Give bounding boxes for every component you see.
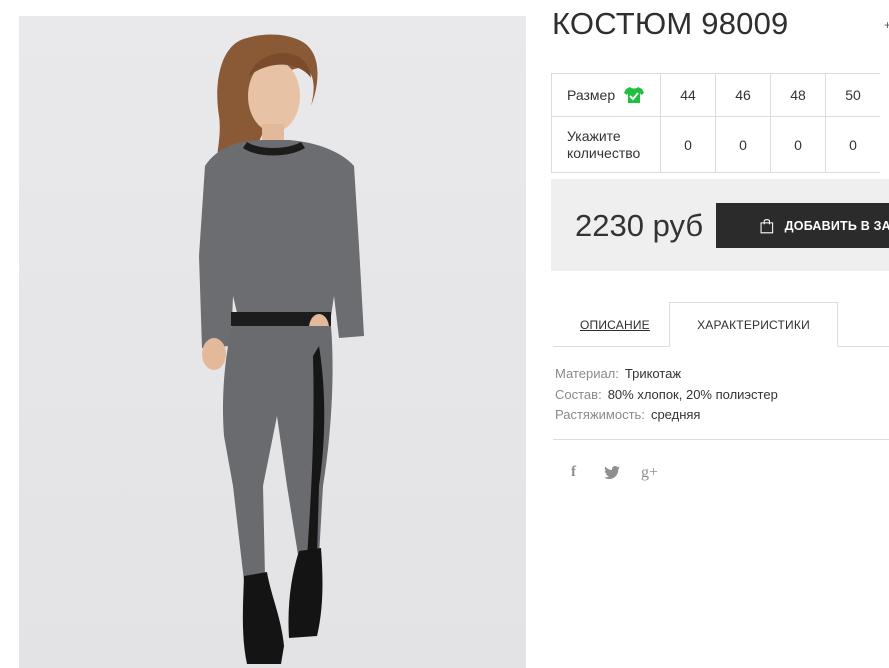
add-to-cart-button[interactable]: ДОБАВИТЬ В ЗАКАЗ [716, 203, 889, 248]
twitter-icon[interactable] [604, 464, 620, 484]
quantity-label-cell: Укажите количество [551, 116, 661, 173]
size-label: Размер [567, 87, 616, 103]
spec-row-composition: Состав: 80% хлопок, 20% полиэстер [555, 385, 778, 406]
spec-key: Материал: [555, 366, 619, 381]
product-price: 2230 руб [575, 208, 704, 243]
spec-key: Растяжимость: [555, 407, 645, 422]
model-illustration [199, 34, 364, 664]
spec-value: Трикотаж [624, 366, 682, 381]
quantity-44[interactable]: 0 [660, 116, 716, 173]
facebook-icon[interactable]: f [571, 464, 576, 484]
size-chart-icon[interactable] [624, 86, 645, 104]
spec-key: Состав: [555, 386, 602, 402]
specs-divider [553, 439, 889, 440]
product-title: КОСТЮМ 98009 [552, 6, 789, 41]
quantity-46[interactable]: 0 [715, 116, 771, 173]
add-to-cart-label: ДОБАВИТЬ В ЗАКАЗ [784, 218, 889, 233]
tab-description[interactable]: ОПИСАНИЕ [580, 318, 650, 332]
wishlist-icon[interactable]: + [884, 18, 889, 32]
size-label-cell: Размер [551, 73, 661, 117]
spec-value: 80% хлопок, 20% полиэстер [607, 386, 778, 402]
google-plus-icon[interactable]: g+ [641, 464, 658, 484]
size-48: 48 [770, 73, 826, 117]
specs-list: Материал: Трикотаж Состав: 80% хлопок, 20%… [555, 364, 778, 426]
size-table: Размер 44 46 48 50 Укажите количество 0 … [551, 73, 880, 173]
product-image[interactable] [19, 16, 526, 668]
spec-row-stretch: Растяжимость: средняя [555, 405, 778, 426]
quantity-50[interactable]: 0 [825, 116, 880, 173]
quantity-label-line2: количество [567, 144, 641, 161]
spec-row-material: Материал: Трикотаж [555, 364, 778, 385]
price-panel: 2230 руб ДОБАВИТЬ В ЗАКАЗ [551, 179, 889, 271]
size-44: 44 [660, 73, 716, 117]
tab-characteristics[interactable]: ХАРАКТЕРИСТИКИ [669, 302, 838, 347]
shopping-bag-icon [760, 218, 774, 233]
size-46: 46 [715, 73, 771, 117]
quantity-label-line1: Укажите [567, 127, 621, 144]
size-50: 50 [825, 73, 880, 117]
spec-value: средняя [650, 407, 701, 422]
quantity-48[interactable]: 0 [770, 116, 826, 173]
tab-characteristics-label: ХАРАКТЕРИСТИКИ [697, 317, 810, 332]
